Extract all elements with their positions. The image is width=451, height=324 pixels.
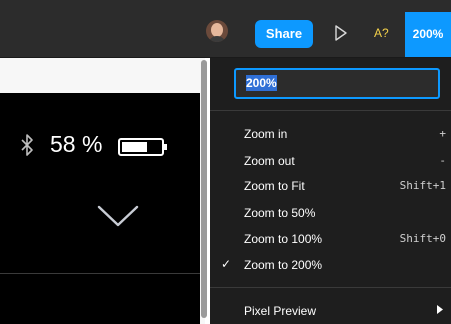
chevron-down-icon [97,205,139,227]
zoom-menu: 200% Zoom in + Zoom out - Zoom to Fit Sh… [210,58,451,324]
menu-divider [210,110,451,111]
menu-item-label: Pixel Preview [244,304,317,318]
device-screen-frame: 58 % [0,93,200,324]
user-avatar[interactable] [206,20,228,42]
menu-item-pixel-preview[interactable]: Pixel Preview [210,299,451,323]
menu-item-zoom-to-100[interactable]: Zoom to 100% Shift+0 [210,227,451,251]
menu-item-zoom-to-200[interactable]: ✓ Zoom to 200% [210,253,451,277]
menu-item-shortcut: Shift+0 [399,232,446,245]
canvas-scrollbar[interactable] [201,60,207,318]
share-button[interactable]: Share [255,20,313,48]
menu-item-shortcut: + [439,127,446,140]
menu-item-label: Zoom to 50% [244,206,316,220]
zoom-level-button[interactable]: 200% [405,12,451,57]
zoom-input-text: 200% [246,75,277,91]
menu-item-zoom-to-50[interactable]: Zoom to 50% [210,201,451,225]
menu-item-shortcut: Shift+1 [399,179,446,192]
submenu-arrow-icon [437,305,443,314]
top-toolbar: Share A? 200% [0,0,451,58]
device-divider [0,273,200,274]
bluetooth-icon [21,134,33,156]
menu-item-zoom-out[interactable]: Zoom out - [210,149,451,173]
checkmark-icon: ✓ [221,257,232,271]
zoom-value-input[interactable]: 200% [234,68,440,99]
menu-item-label: Zoom out [244,154,295,168]
avatar-shirt [208,36,226,42]
play-icon[interactable] [334,25,348,41]
ai-assistant-button[interactable]: A? [374,26,389,40]
menu-item-label: Zoom to 200% [244,258,323,272]
battery-percentage: 58 % [50,131,103,157]
menu-divider [210,287,451,288]
menu-item-label: Zoom to 100% [244,232,323,246]
menu-item-zoom-in[interactable]: Zoom in + [210,122,451,146]
design-canvas[interactable]: 58 % [0,58,205,324]
menu-item-label: Zoom in [244,127,288,141]
menu-item-zoom-to-fit[interactable]: Zoom to Fit Shift+1 [210,174,451,198]
menu-item-shortcut: - [439,154,446,167]
menu-item-label: Zoom to Fit [244,179,305,193]
avatar-face [211,23,223,37]
battery-icon [118,138,167,156]
